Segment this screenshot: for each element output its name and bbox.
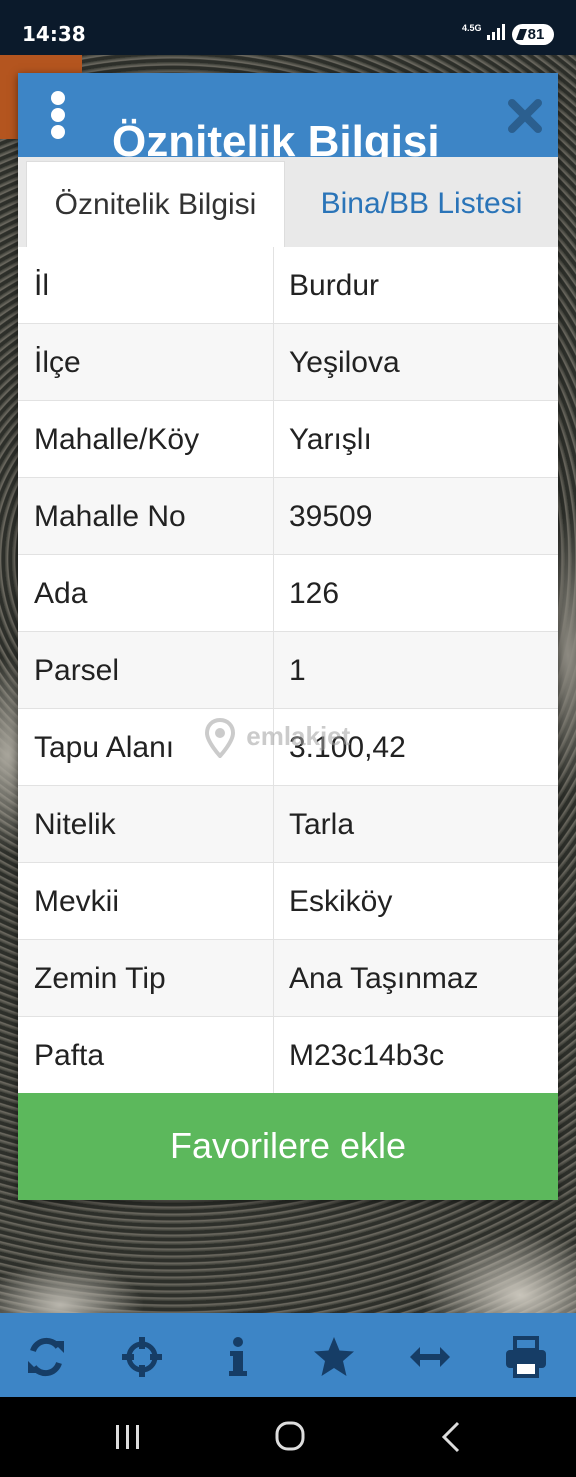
table-row: İl Burdur [18, 247, 558, 324]
row-key: İlçe [18, 324, 274, 401]
close-icon[interactable] [506, 97, 544, 135]
status-time: 14:38 [22, 22, 86, 46]
row-value: 1 [289, 654, 306, 687]
row-key: İl [18, 247, 274, 324]
row-key: Pafta [18, 1017, 274, 1094]
refresh-icon[interactable] [24, 1335, 68, 1379]
row-value: Yeşilova [289, 346, 400, 379]
row-key: Mevkii [18, 863, 274, 940]
measure-icon[interactable] [408, 1335, 452, 1379]
watermark-text: emlakjet [246, 720, 351, 751]
row-value: Tarla [289, 808, 355, 841]
row-value: Yarışlı [289, 423, 372, 456]
table-row: Ada 126 [18, 555, 558, 632]
star-icon[interactable] [312, 1335, 356, 1379]
home-icon[interactable] [268, 1417, 312, 1457]
row-key: Zemin Tip [18, 940, 274, 1017]
print-icon[interactable] [504, 1335, 548, 1379]
row-key: Nitelik [18, 786, 274, 863]
table-row: Mahalle No 39509 [18, 478, 558, 555]
tab-bar: Öznitelik Bilgisi Bina/BB Listesi [18, 157, 558, 247]
row-key: Ada [18, 555, 274, 632]
info-icon[interactable] [216, 1335, 260, 1379]
table-row: Zemin Tip Ana Taşınmaz [18, 940, 558, 1017]
table-row: Nitelik Tarla [18, 786, 558, 863]
table-row: Pafta M23c14b3c [18, 1017, 558, 1094]
back-icon[interactable] [430, 1417, 474, 1457]
map-toolbar [0, 1313, 576, 1397]
location-pin-icon [204, 717, 236, 759]
network-type-label: 4.5G [462, 23, 482, 33]
battery-icon: 81 [512, 24, 554, 45]
kebab-menu-icon[interactable] [50, 91, 66, 139]
row-value: 126 [289, 577, 340, 610]
dialog-title: Öznitelik Bilgisi [112, 117, 440, 157]
table-row: Mahalle/Köy Yarışlı [18, 401, 558, 478]
row-key: Mahalle No [18, 478, 274, 555]
tab-attribute-info[interactable]: Öznitelik Bilgisi [26, 161, 285, 247]
dialog-header: Öznitelik Bilgisi [18, 73, 558, 157]
row-key: Parsel [18, 632, 274, 709]
attribute-info-dialog: Öznitelik Bilgisi Öznitelik Bilgisi Bina… [18, 73, 558, 1200]
row-value: M23c14b3c [289, 1039, 445, 1072]
table-row: Parsel 1 [18, 632, 558, 709]
attribute-table: İl Burdur İlçe Yeşilova Mahalle/Köy Yarı… [18, 247, 558, 1094]
row-value: Ana Taşınmaz [289, 962, 479, 995]
table-row: Mevkii Eskiköy [18, 863, 558, 940]
tab-building-list[interactable]: Bina/BB Listesi [285, 161, 558, 247]
android-nav-bar [0, 1397, 576, 1477]
row-key: Mahalle/Köy [18, 401, 274, 478]
signal-icon [487, 24, 505, 40]
table-row: İlçe Yeşilova [18, 324, 558, 401]
row-value: Burdur [289, 269, 380, 302]
recent-apps-icon[interactable] [106, 1417, 150, 1457]
status-bar: 14:38 4.5G 81 [0, 0, 576, 55]
watermark: emlakjet [204, 717, 351, 759]
row-value: 39509 [289, 500, 373, 533]
add-to-favorites-button[interactable]: Favorilere ekle [18, 1093, 558, 1200]
row-value: Eskiköy [289, 885, 393, 918]
locate-icon[interactable] [120, 1335, 164, 1379]
